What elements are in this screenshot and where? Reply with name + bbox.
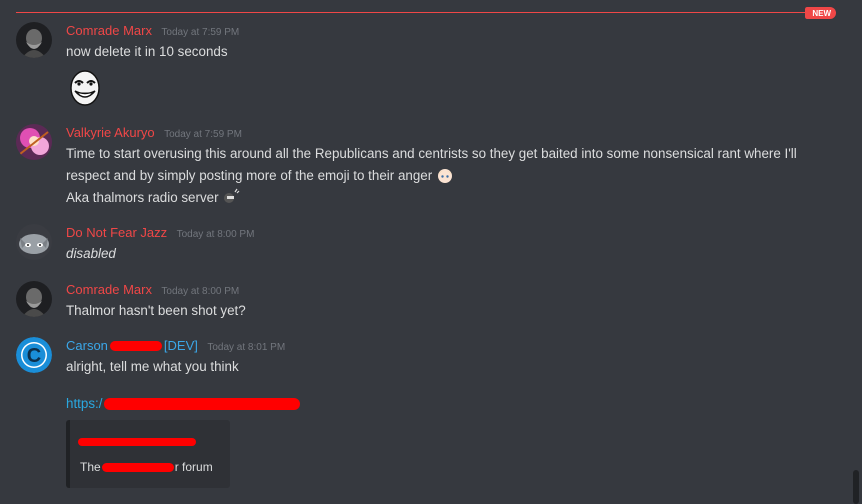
message-item: Valkyrie Akuryo Today at 7:59 PM Time to… xyxy=(16,124,842,209)
message-line: Time to start overusing this around all … xyxy=(66,146,797,161)
timestamp: Today at 8:00 PM xyxy=(161,286,240,297)
embed-description: The r forum xyxy=(80,460,213,474)
timestamp: Today at 8:00 PM xyxy=(176,229,255,240)
new-messages-divider xyxy=(16,12,836,13)
avatar[interactable] xyxy=(16,124,52,160)
redaction-mark xyxy=(78,438,196,446)
timestamp: Today at 7:59 PM xyxy=(161,27,240,38)
new-badge: NEW xyxy=(805,7,836,19)
redaction-mark xyxy=(101,463,174,473)
username[interactable]: Do Not Fear Jazz xyxy=(66,225,167,240)
username[interactable]: Comrade Marx xyxy=(66,23,152,38)
link-embed[interactable]: The r forum xyxy=(66,420,230,488)
message-item: Comrade Marx Today at 7:59 PM now delete… xyxy=(16,22,842,107)
timestamp: Today at 8:01 PM xyxy=(207,342,286,353)
trollface-emoji xyxy=(66,69,104,107)
message-text: alright, tell me what you think xyxy=(66,359,239,374)
avatar[interactable] xyxy=(16,224,52,260)
username[interactable]: Comrade Marx xyxy=(66,282,152,297)
timestamp: Today at 7:59 PM xyxy=(164,129,242,140)
svg-text:C: C xyxy=(27,345,41,367)
message-text: now delete it in 10 seconds xyxy=(66,44,228,59)
redaction-mark xyxy=(104,397,301,410)
avatar[interactable] xyxy=(16,22,52,58)
scrollbar-thumb[interactable] xyxy=(853,470,859,504)
shooting-emoji xyxy=(222,188,240,206)
message-item: Do Not Fear Jazz Today at 8:00 PM disabl… xyxy=(16,224,842,265)
message-item: Comrade Marx Today at 8:00 PM Thalmor ha… xyxy=(16,281,842,322)
username[interactable]: Valkyrie Akuryo xyxy=(66,125,155,140)
message-item: C Carson [DEV] Today at 8:01 PM alright, … xyxy=(16,337,842,488)
username[interactable]: Carson xyxy=(66,338,108,353)
message-line: Aka thalmors radio server xyxy=(66,190,219,205)
message-text: Time to start overusing this around all … xyxy=(66,143,842,209)
anime-girl-emoji xyxy=(436,166,454,184)
username-tag[interactable]: [DEV] xyxy=(164,338,198,353)
avatar[interactable] xyxy=(16,281,52,317)
message-text: disabled xyxy=(66,246,116,261)
message-text: Thalmor hasn't been shot yet? xyxy=(66,303,246,318)
redaction-mark xyxy=(109,340,162,351)
message-line: respect and by simply posting more of th… xyxy=(66,168,433,183)
avatar[interactable]: C xyxy=(16,337,52,373)
message-link[interactable]: https:/ xyxy=(66,396,102,411)
